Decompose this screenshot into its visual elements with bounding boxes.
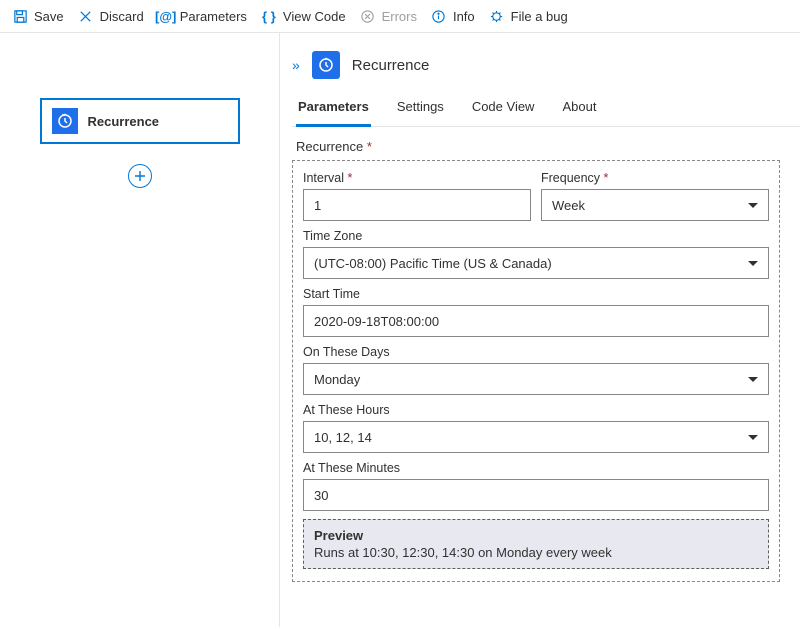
discard-button[interactable]: Discard xyxy=(78,8,144,24)
starttime-input[interactable]: 2020-09-18T08:00:00 xyxy=(303,305,769,337)
hours-label: At These Hours xyxy=(303,403,769,417)
top-toolbar: Save Discard [@] Parameters { } View Cod… xyxy=(0,0,800,33)
trigger-card-recurrence[interactable]: Recurrence xyxy=(40,98,240,144)
parameters-label: Parameters xyxy=(180,9,247,24)
panel-tabs: Parameters Settings Code View About xyxy=(292,93,800,127)
info-button[interactable]: Info xyxy=(431,8,475,24)
chevron-down-icon xyxy=(748,261,758,266)
parameters-button[interactable]: [@] Parameters xyxy=(158,8,247,24)
section-label-recurrence: Recurrence xyxy=(296,139,800,154)
tab-about[interactable]: About xyxy=(560,93,598,126)
trigger-card-label: Recurrence xyxy=(88,114,160,129)
bug-icon xyxy=(489,8,505,24)
collapse-panel-button[interactable]: » xyxy=(292,57,300,73)
recurrence-form: Interval 1 Frequency Week Time Zone (UTC… xyxy=(292,160,780,582)
minutes-input[interactable]: 30 xyxy=(303,479,769,511)
timezone-select[interactable]: (UTC-08:00) Pacific Time (US & Canada) xyxy=(303,247,769,279)
errors-icon xyxy=(360,8,376,24)
viewcode-label: View Code xyxy=(283,9,346,24)
frequency-select[interactable]: Week xyxy=(541,189,769,221)
add-step-button[interactable] xyxy=(128,164,152,188)
bug-label: File a bug xyxy=(511,9,568,24)
chevron-down-icon xyxy=(748,435,758,440)
file-bug-button[interactable]: File a bug xyxy=(489,8,568,24)
chevron-down-icon xyxy=(748,377,758,382)
designer-canvas: Recurrence xyxy=(0,33,280,627)
discard-label: Discard xyxy=(100,9,144,24)
info-icon xyxy=(431,8,447,24)
errors-label: Errors xyxy=(382,9,417,24)
timezone-label: Time Zone xyxy=(303,229,769,243)
recurrence-icon xyxy=(52,108,78,134)
preview-box: Preview Runs at 10:30, 12:30, 14:30 on M… xyxy=(303,519,769,569)
save-label: Save xyxy=(34,9,64,24)
interval-label: Interval xyxy=(303,171,531,185)
viewcode-button[interactable]: { } View Code xyxy=(261,8,346,24)
details-panel: » Recurrence Parameters Settings Code Vi… xyxy=(280,33,800,627)
days-label: On These Days xyxy=(303,345,769,359)
tab-settings[interactable]: Settings xyxy=(395,93,446,126)
preview-header: Preview xyxy=(314,528,758,543)
save-icon xyxy=(12,8,28,24)
tab-parameters[interactable]: Parameters xyxy=(296,93,371,127)
days-select[interactable]: Monday xyxy=(303,363,769,395)
tab-codeview[interactable]: Code View xyxy=(470,93,537,126)
parameters-icon: [@] xyxy=(158,8,174,24)
starttime-label: Start Time xyxy=(303,287,769,301)
frequency-label: Frequency xyxy=(541,171,769,185)
viewcode-icon: { } xyxy=(261,8,277,24)
save-button[interactable]: Save xyxy=(12,8,64,24)
preview-text: Runs at 10:30, 12:30, 14:30 on Monday ev… xyxy=(314,545,758,560)
panel-recurrence-icon xyxy=(312,51,340,79)
chevron-down-icon xyxy=(748,203,758,208)
interval-input[interactable]: 1 xyxy=(303,189,531,221)
errors-button: Errors xyxy=(360,8,417,24)
info-label: Info xyxy=(453,9,475,24)
minutes-label: At These Minutes xyxy=(303,461,769,475)
hours-select[interactable]: 10, 12, 14 xyxy=(303,421,769,453)
discard-icon xyxy=(78,8,94,24)
panel-title: Recurrence xyxy=(352,57,430,74)
